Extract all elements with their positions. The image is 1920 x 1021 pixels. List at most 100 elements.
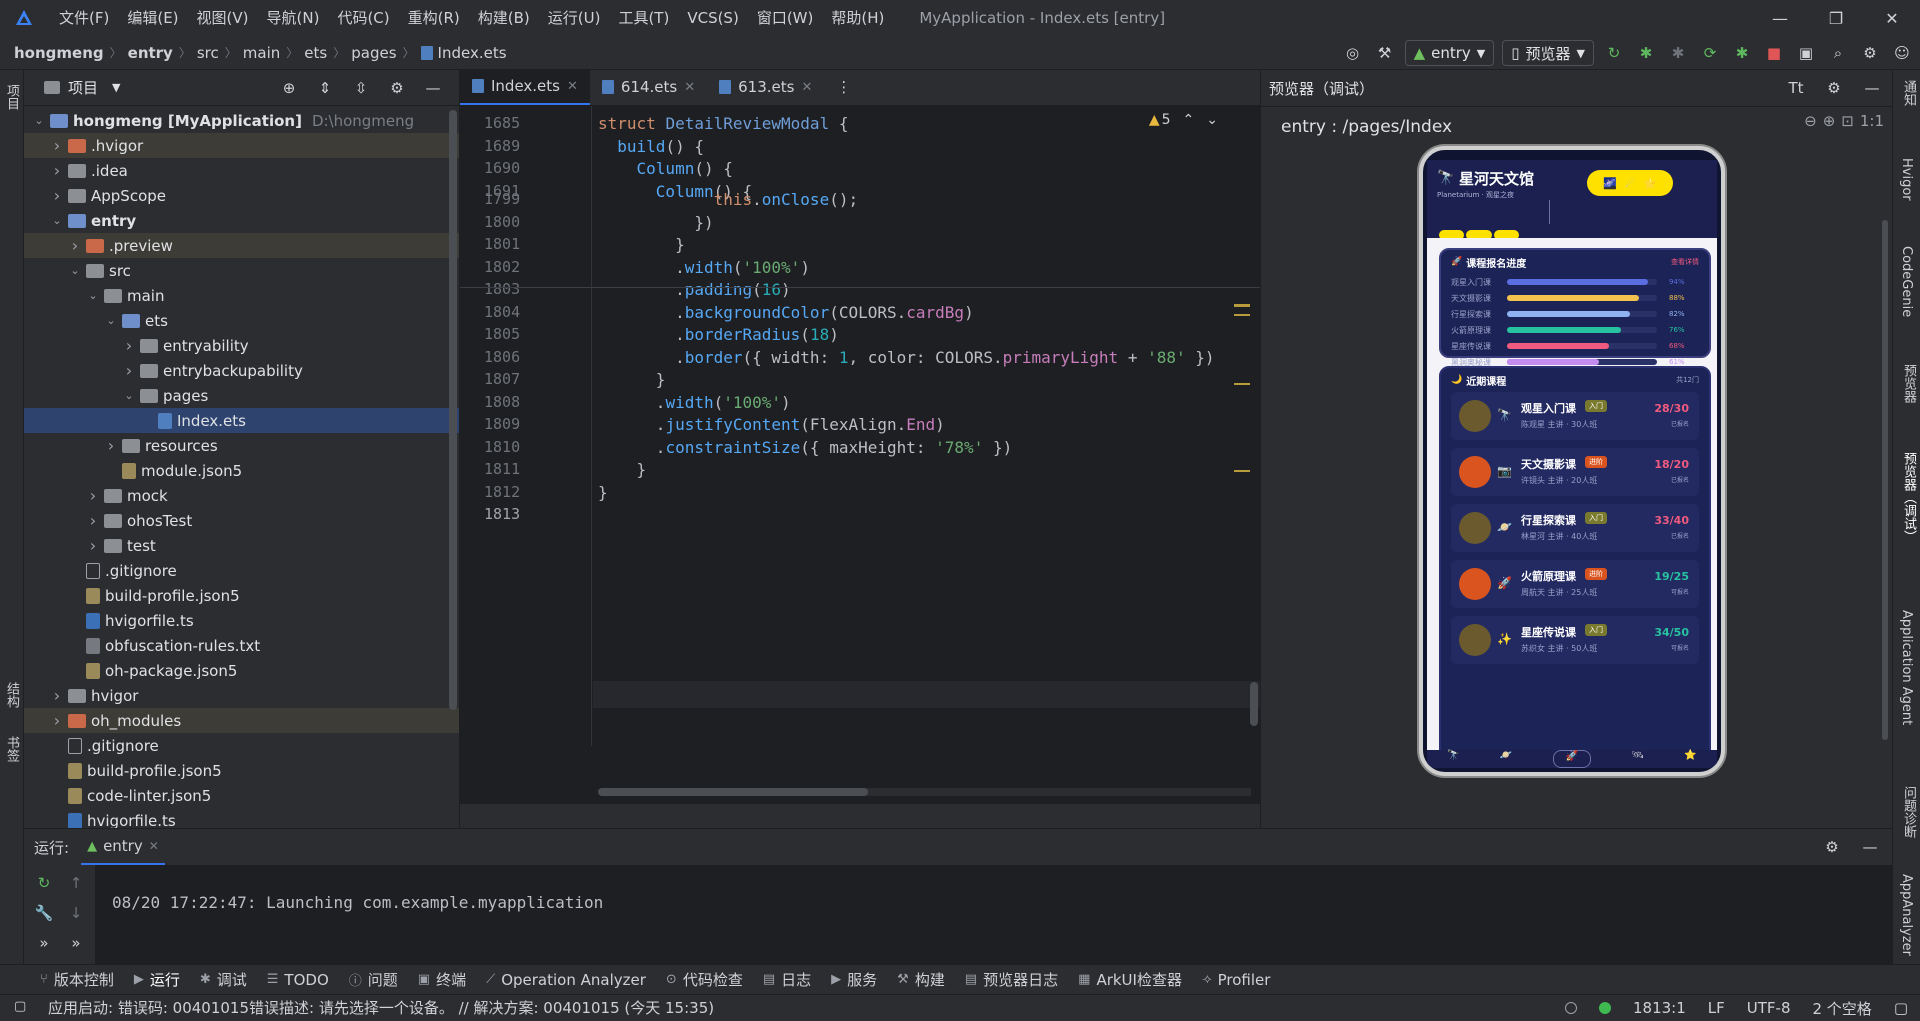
- satellite-icon[interactable]: 🛰: [1631, 750, 1644, 768]
- tree-item[interactable]: ⌄ pages: [24, 383, 459, 408]
- hide-icon[interactable]: —: [1860, 76, 1884, 100]
- breadcrumb-item[interactable]: entry: [128, 44, 173, 62]
- zoom-in-icon[interactable]: ⊕: [1823, 112, 1836, 130]
- device-select[interactable]: ▯ 预览器 ▼: [1502, 40, 1594, 66]
- error-stripe-mark[interactable]: [1234, 314, 1250, 316]
- settings-icon[interactable]: ⚙: [1822, 76, 1846, 100]
- project-scrollbar[interactable]: [449, 110, 457, 710]
- editor-tab[interactable]: 614.ets ✕: [590, 70, 707, 105]
- attach-debugger-icon[interactable]: ✱: [1666, 41, 1690, 65]
- code-line[interactable]: .border({ width: 1, color: COLORS.primar…: [598, 344, 1214, 371]
- telescope-icon[interactable]: 🔭: [1447, 750, 1459, 768]
- chevron-down-icon[interactable]: ▼: [112, 81, 120, 94]
- tree-item[interactable]: ⌄ main: [24, 283, 459, 308]
- menu-item[interactable]: 导航(N): [258, 0, 329, 36]
- file-encoding[interactable]: UTF-8: [1747, 999, 1791, 1017]
- tree-item[interactable]: › test: [24, 533, 459, 558]
- tree-item[interactable]: › entryability: [24, 333, 459, 358]
- bottom-tool-tab[interactable]: ⚒ 构建: [897, 969, 945, 990]
- run-config-select[interactable]: ▲ entry ▼: [1404, 40, 1495, 66]
- editor-tab[interactable]: 613.ets ✕: [707, 70, 824, 105]
- header-badges[interactable]: 🌌 ☄ ⭐: [1587, 170, 1673, 196]
- menu-item[interactable]: 窗口(W): [748, 0, 823, 36]
- tree-item[interactable]: .gitignore: [24, 558, 459, 583]
- apply-changes-icon[interactable]: ⟳: [1698, 41, 1722, 65]
- menu-item[interactable]: 工具(T): [609, 0, 678, 36]
- rerun-icon[interactable]: ↻: [32, 871, 56, 895]
- chevron-right-icon[interactable]: ›: [104, 436, 118, 455]
- hvigor-tool-tab[interactable]: Hvigor: [1899, 158, 1914, 201]
- hide-icon[interactable]: —: [421, 76, 445, 100]
- chevron-right-icon[interactable]: ›: [86, 511, 100, 530]
- menu-item[interactable]: 文件(F): [50, 0, 118, 36]
- device-manager-icon[interactable]: ▣: [1794, 41, 1818, 65]
- vertical-scrollbar[interactable]: [1250, 682, 1258, 726]
- chevron-right-icon[interactable]: ›: [50, 686, 64, 705]
- tree-item[interactable]: obfuscation-rules.txt: [24, 633, 459, 658]
- appanalyzer-tool-tab[interactable]: AppAnalyzer: [1899, 874, 1914, 956]
- debug-icon[interactable]: ✱: [1634, 41, 1658, 65]
- course-item[interactable]: 🚀 火箭原理课 进阶 周航天 主讲 · 25人班 19/25 可报名: [1451, 560, 1699, 608]
- tree-item[interactable]: › ohosTest: [24, 508, 459, 533]
- breadcrumb-item[interactable]: pages: [351, 44, 396, 62]
- scroll-up-icon[interactable]: ↑: [64, 871, 88, 895]
- chevron-right-icon[interactable]: ›: [86, 486, 100, 505]
- tree-item[interactable]: ⌄ hongmeng [MyApplication] D:\hongmeng: [24, 108, 459, 133]
- menu-item[interactable]: 代码(C): [328, 0, 398, 36]
- menu-item[interactable]: 重构(R): [399, 0, 469, 36]
- bottom-tool-tab[interactable]: ▶ 运行: [134, 969, 180, 990]
- panel-toggle-icon[interactable]: ▢: [14, 999, 26, 1014]
- tree-item[interactable]: › oh_modules: [24, 708, 459, 733]
- rocket-icon[interactable]: 🚀: [1552, 750, 1592, 768]
- bottom-tool-tab[interactable]: ⓘ 问题: [349, 969, 398, 990]
- tree-item[interactable]: build-profile.json5: [24, 758, 459, 783]
- hide-icon[interactable]: —: [1858, 835, 1882, 859]
- menu-item[interactable]: 运行(U): [539, 0, 610, 36]
- bottom-tool-tab[interactable]: ⑂ 版本控制: [40, 969, 114, 990]
- caret-position[interactable]: 1813:1: [1633, 999, 1686, 1017]
- close-icon[interactable]: ✕: [149, 839, 159, 853]
- locate-icon[interactable]: ⊕: [277, 76, 301, 100]
- chevron-right-icon[interactable]: ›: [50, 711, 64, 730]
- previewer-scrollbar[interactable]: [1882, 220, 1888, 740]
- breadcrumb-item[interactable]: src: [197, 44, 219, 62]
- error-stripe-mark[interactable]: [1234, 304, 1250, 307]
- tree-item[interactable]: Index.ets: [24, 408, 459, 433]
- progress-link[interactable]: 查看详情: [1671, 257, 1699, 267]
- chevron-down-icon[interactable]: ⌄: [86, 289, 100, 302]
- bottom-tool-tab[interactable]: ☰ TODO: [267, 971, 329, 989]
- bottom-tool-tab[interactable]: ▣ 终端: [418, 969, 466, 990]
- error-stripe-mark[interactable]: [1234, 470, 1250, 472]
- restore-icon[interactable]: ❐: [1808, 0, 1864, 36]
- fit-screen-icon[interactable]: ⊡: [1841, 112, 1854, 130]
- stop-icon[interactable]: ■: [1762, 41, 1786, 65]
- bottom-tool-tab[interactable]: ⟋ Operation Analyzer: [486, 971, 646, 989]
- tree-item[interactable]: hvigorfile.ts: [24, 608, 459, 633]
- bottom-tool-tab[interactable]: ▤ 日志: [763, 969, 811, 990]
- breadcrumb-item[interactable]: ets: [304, 44, 327, 62]
- actual-size-icon[interactable]: 1:1: [1860, 112, 1884, 130]
- bottom-tool-tab[interactable]: ▤ 预览器日志: [965, 969, 1058, 990]
- tree-item[interactable]: › AppScope: [24, 183, 459, 208]
- error-stripe-mark[interactable]: [1234, 383, 1250, 385]
- scroll-down-icon[interactable]: ↓: [64, 901, 88, 925]
- course-item[interactable]: 🪐 行星探索课 入门 林星河 主讲 · 40人班 33/40 已报名: [1451, 504, 1699, 552]
- chevron-down-icon[interactable]: ⌄: [68, 264, 82, 277]
- menu-item[interactable]: 视图(V): [188, 0, 258, 36]
- tree-item[interactable]: › hvigor: [24, 683, 459, 708]
- bottom-tool-tab[interactable]: ⟢ Profiler: [1202, 971, 1270, 989]
- expand-all-icon[interactable]: ⇕: [313, 76, 337, 100]
- code-line[interactable]: }: [598, 479, 608, 506]
- breadcrumb-item[interactable]: main: [243, 44, 280, 62]
- settings-icon[interactable]: ⚙: [385, 76, 409, 100]
- previewer-tool-tab[interactable]: 预览器: [1899, 364, 1918, 403]
- close-icon[interactable]: ✕: [801, 80, 812, 95]
- chevron-down-icon[interactable]: ⌄: [104, 314, 118, 327]
- project-tool-tab[interactable]: 项目: [2, 84, 21, 110]
- run-tab-entry[interactable]: ▲ entry ✕: [81, 829, 165, 865]
- next-highlight-icon[interactable]: ⌄: [1206, 112, 1218, 128]
- chevron-right-icon[interactable]: ›: [86, 536, 100, 555]
- planet-icon[interactable]: 🪐: [1500, 750, 1512, 768]
- tree-item[interactable]: › .idea: [24, 158, 459, 183]
- minimize-icon[interactable]: —: [1752, 0, 1808, 36]
